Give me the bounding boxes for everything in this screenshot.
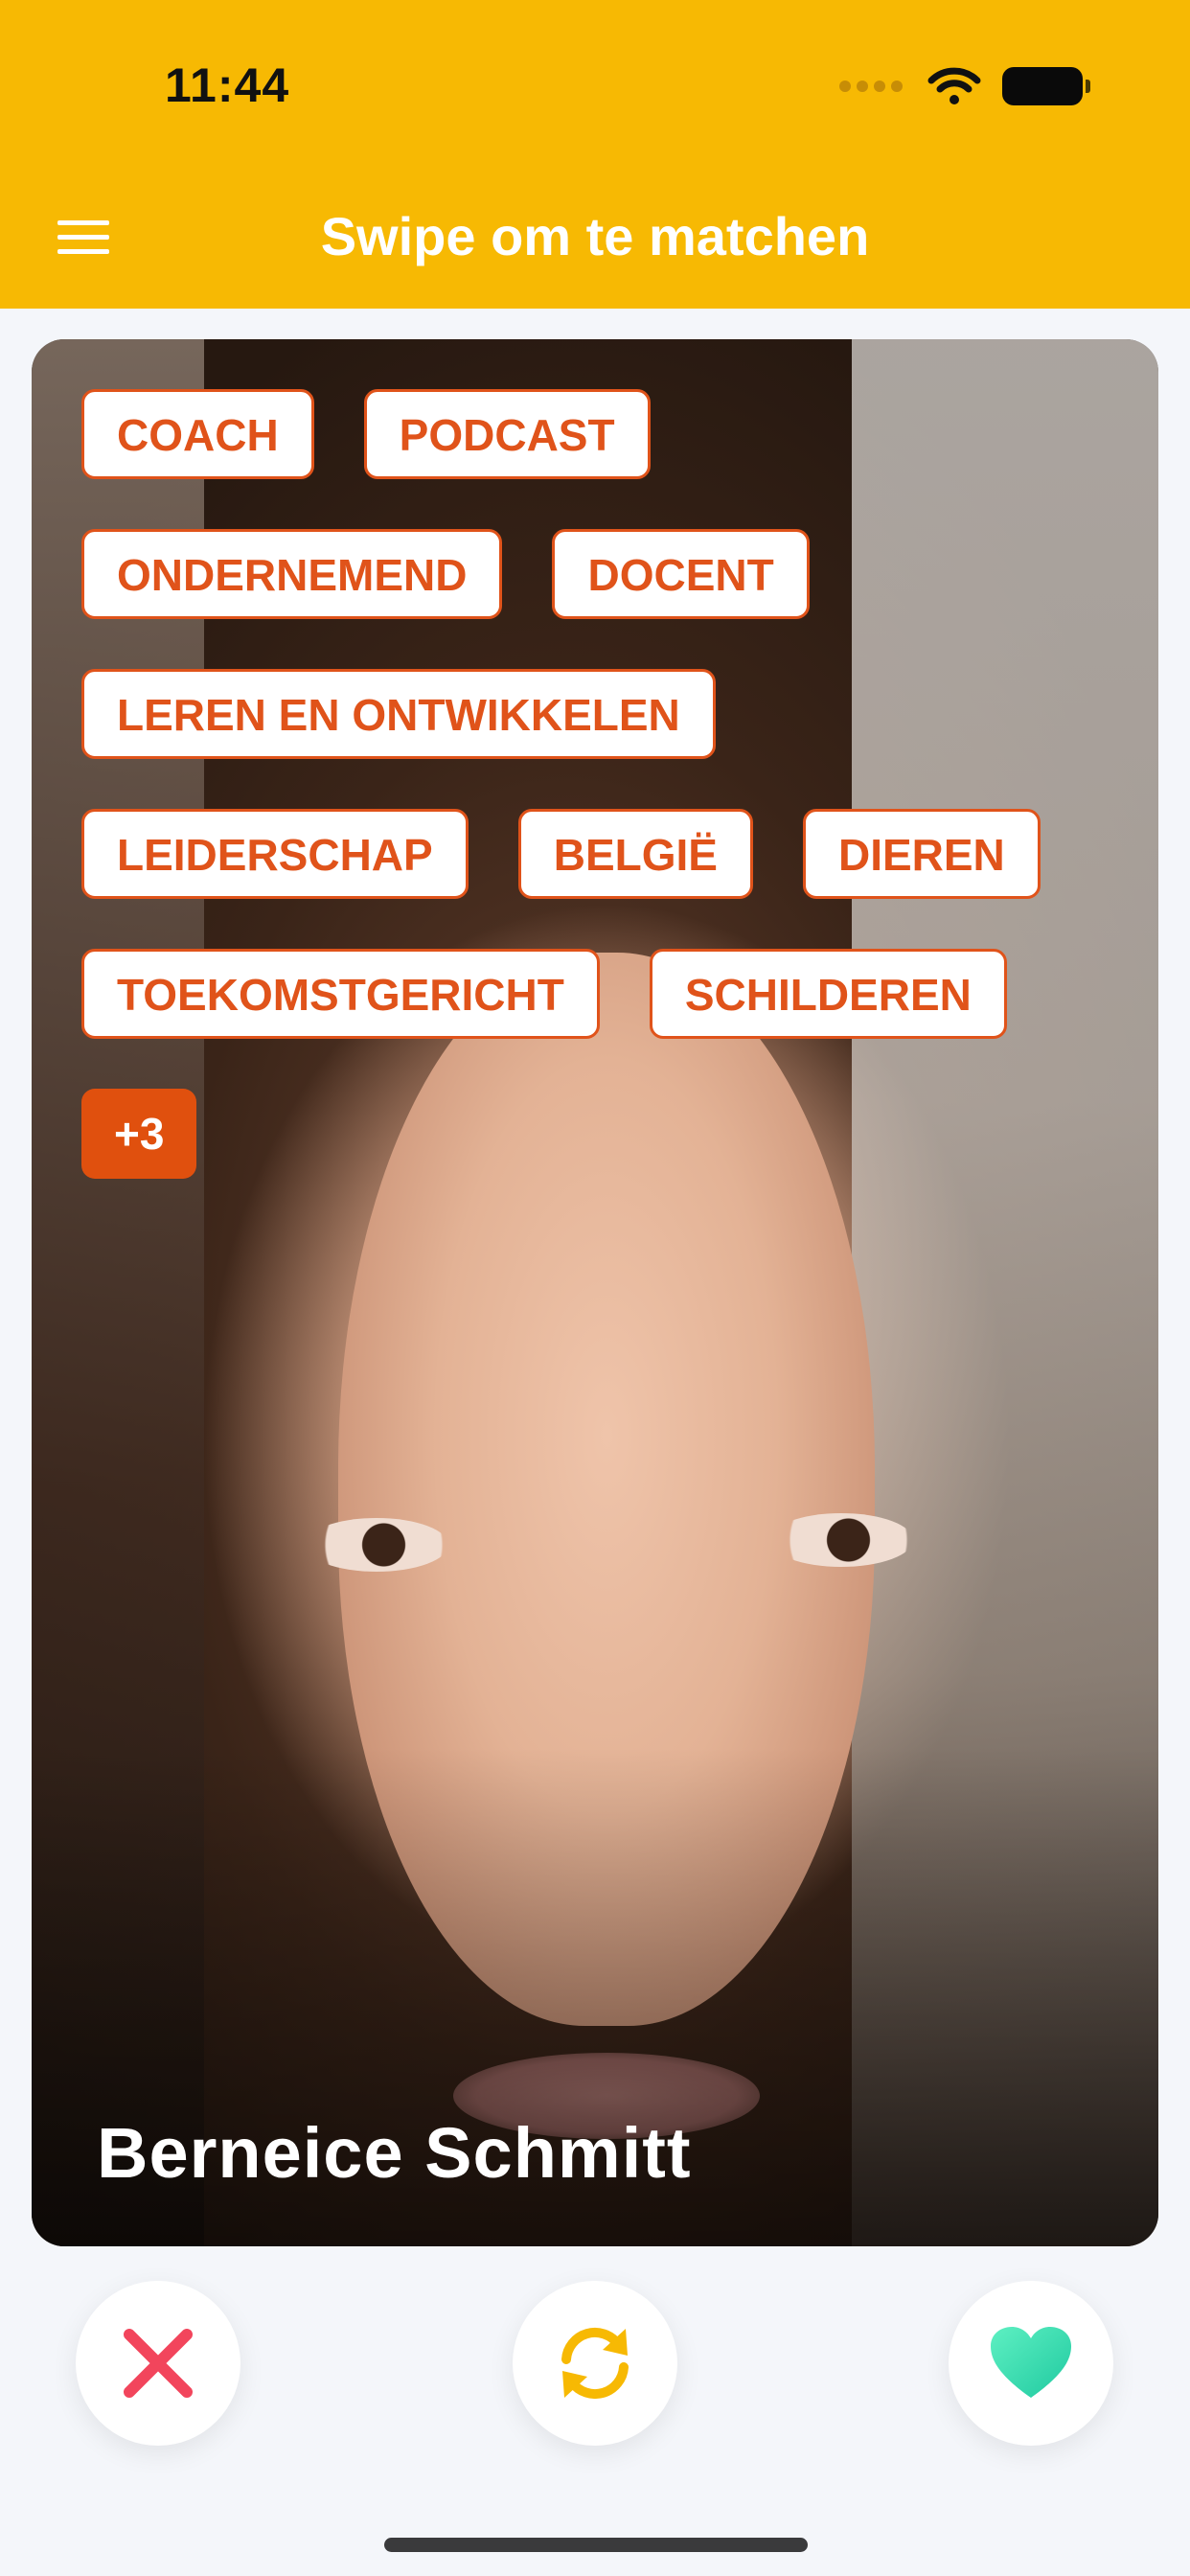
wifi-icon — [927, 67, 981, 104]
refresh-icon — [561, 2327, 629, 2400]
tag: ONDERNEMEND — [81, 529, 503, 619]
like-button[interactable] — [949, 2281, 1113, 2446]
tag-row: COACH PODCAST — [81, 389, 1135, 479]
page-title: Swipe om te matchen — [320, 206, 870, 266]
app-header: 11:44 Swipe om te matchen — [0, 0, 1190, 309]
home-indicator — [384, 2538, 808, 2552]
status-icons — [839, 67, 1090, 105]
tag: COACH — [81, 389, 314, 479]
profile-name: Berneice Schmitt — [97, 2113, 692, 2193]
tag: DOCENT — [552, 529, 810, 619]
tag-row: TOEKOMSTGERICHT SCHILDEREN — [81, 949, 1135, 1039]
battery-icon — [1002, 67, 1090, 105]
tag-row: LEIDERSCHAP BELGIË DIEREN — [81, 809, 1135, 899]
photo-eye-left — [305, 1518, 448, 1572]
tag: DIEREN — [802, 809, 1041, 899]
close-icon — [124, 2329, 193, 2398]
tag: LEREN EN ONTWIKKELEN — [81, 669, 716, 759]
refresh-button[interactable] — [513, 2281, 677, 2446]
profile-card[interactable]: COACH PODCAST ONDERNEMEND DOCENT LEREN E… — [32, 339, 1158, 2246]
status-time: 11:44 — [165, 58, 290, 112]
tag: LEIDERSCHAP — [81, 809, 469, 899]
tag: SCHILDEREN — [649, 949, 1007, 1039]
tag: PODCAST — [363, 389, 651, 479]
tag: TOEKOMSTGERICHT — [81, 949, 600, 1039]
photo-eye-right — [769, 1513, 913, 1567]
tag-row: ONDERNEMEND DOCENT — [81, 529, 1135, 619]
cellular-signal-icon — [839, 80, 903, 92]
heart-icon — [991, 2327, 1071, 2398]
tag: BELGIË — [517, 809, 753, 899]
more-tags-badge[interactable]: +3 — [81, 1089, 197, 1179]
interest-tags: COACH PODCAST ONDERNEMEND DOCENT LEREN E… — [81, 389, 1135, 1179]
dislike-button[interactable] — [76, 2281, 240, 2446]
tag-row: LEREN EN ONTWIKKELEN — [81, 669, 1135, 759]
